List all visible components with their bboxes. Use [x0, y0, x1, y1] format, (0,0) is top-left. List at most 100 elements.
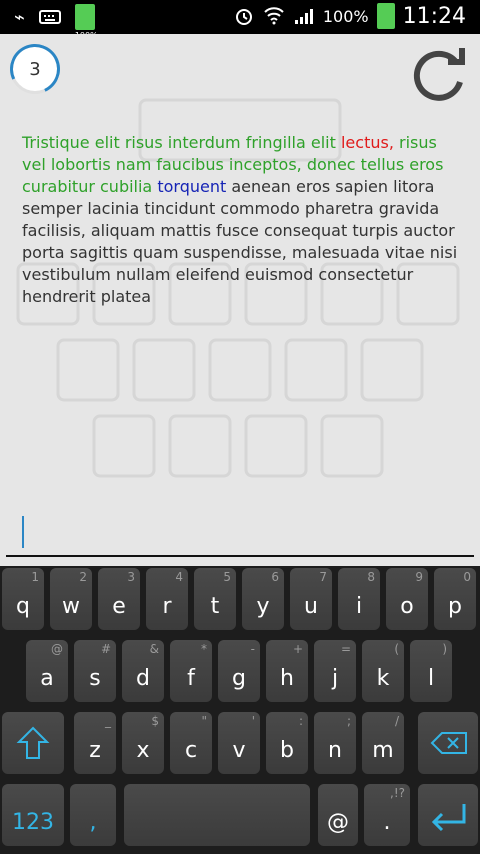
battery-icon [376, 3, 395, 29]
key-label: l [427, 666, 435, 691]
status-right: 100% 11:24 [233, 3, 466, 29]
numbers-key[interactable]: 123 [2, 784, 64, 846]
key-alt: = [340, 642, 351, 656]
key-alt: $ [151, 714, 159, 728]
backspace-icon [430, 732, 467, 754]
space-key[interactable] [124, 784, 310, 846]
key-alt: ) [442, 642, 447, 656]
key-label: s [89, 666, 101, 691]
signal-icon [294, 9, 313, 24]
enter-icon [431, 804, 466, 832]
key-label: v [232, 738, 246, 763]
key-m[interactable]: / m [362, 712, 404, 774]
key-label: n [328, 738, 342, 763]
typing-test-app: 3 Tristique elit risus interdum fringill… [0, 34, 480, 566]
key-alt: / [394, 714, 399, 728]
key-f[interactable]: * f [170, 640, 212, 702]
key-a[interactable]: @ a [26, 640, 68, 702]
comma-key[interactable]: , [70, 784, 116, 846]
key-x[interactable]: $ x [122, 712, 164, 774]
key-z[interactable]: _ z [74, 712, 116, 774]
enter-key[interactable] [418, 784, 478, 846]
refresh-icon [413, 48, 465, 101]
battery-icon-small: 100% [74, 4, 98, 40]
key-p[interactable]: 0p [434, 568, 476, 630]
key-j[interactable]: = j [314, 640, 356, 702]
usb-icon: ⌁ [14, 6, 25, 28]
reload-button[interactable] [406, 42, 472, 108]
key-y[interactable]: 6y [242, 568, 284, 630]
key-d[interactable]: & d [122, 640, 164, 702]
status-left: ⌁ 100% [14, 4, 98, 40]
key-q[interactable]: 1q [2, 568, 44, 630]
key-b[interactable]: :b [266, 712, 308, 774]
keyboard-row-2: @ a # s & d * f -g + h = j (k ) l [0, 640, 480, 708]
key-label: p [448, 594, 462, 619]
key-alt: : [298, 714, 303, 728]
key-n[interactable]: ; n [314, 712, 356, 774]
key-c[interactable]: " c [170, 712, 212, 774]
key-i[interactable]: 8i [338, 568, 380, 630]
key-r[interactable]: 4r [146, 568, 188, 630]
key-alt: - [250, 642, 255, 656]
key-alt: 1 [31, 570, 39, 584]
key-alt: # [100, 642, 111, 656]
current-word: torquent [157, 177, 227, 196]
key-o[interactable]: 9o [386, 568, 428, 630]
key-label: w [62, 594, 80, 619]
backspace-key[interactable] [418, 712, 478, 774]
key-w[interactable]: 2w [50, 568, 92, 630]
error-word: lectus, [340, 133, 394, 152]
key-alt: ; [346, 714, 351, 728]
key-alt: 9 [415, 570, 423, 584]
key-t[interactable]: 5t [194, 568, 236, 630]
period-alt: ,!? [390, 786, 405, 800]
key-label: z [89, 738, 101, 763]
key-s[interactable]: # s [74, 640, 116, 702]
alarm-icon [235, 9, 252, 25]
key-label: i [355, 594, 363, 619]
keyboard-row-1: 1q 2w 3e 4r 5t 6y 7u 8i 9o 0p [0, 568, 480, 636]
test-passage: Tristique elit risus interdum fringilla … [22, 132, 462, 308]
key-label: k [376, 666, 390, 691]
key-alt: + [292, 642, 303, 656]
shift-key[interactable] [2, 712, 64, 774]
key-g[interactable]: -g [218, 640, 260, 702]
key-label: f [187, 666, 195, 691]
key-label: c [184, 738, 198, 763]
key-v[interactable]: ' v [218, 712, 260, 774]
key-label: a [40, 666, 54, 691]
key-label: j [331, 666, 339, 691]
key-label: g [232, 666, 246, 691]
typed-text: Tristique elit risus interdum fringilla … [22, 133, 341, 152]
key-label: x [136, 738, 150, 763]
period-key[interactable]: ,!? . [364, 784, 410, 846]
status-bar: ⌁ 100% 100% 11:24 [0, 0, 480, 40]
key-label: y [256, 594, 270, 619]
keyboard-row-3: _ z $ x " c ' v :b ; n / m [0, 712, 480, 780]
key-alt: _ [105, 714, 111, 728]
text-cursor[interactable] [22, 516, 24, 548]
key-h[interactable]: + h [266, 640, 308, 702]
period-label: . [383, 810, 391, 835]
comma-label: , [89, 810, 97, 835]
key-alt: * [201, 642, 207, 656]
clock: 11:24 [402, 3, 466, 29]
key-e[interactable]: 3e [98, 568, 140, 630]
key-k[interactable]: (k [362, 640, 404, 702]
key-u[interactable]: 7u [290, 568, 332, 630]
key-alt: 7 [319, 570, 327, 584]
battery-percent: 100% [322, 6, 369, 26]
remaining-text: aenean eros sapien litora semper lacinia… [22, 177, 458, 306]
key-label: r [162, 594, 172, 619]
key-alt: 2 [79, 570, 87, 584]
key-label: t [210, 594, 220, 619]
at-key[interactable]: @ [318, 784, 358, 846]
key-label: m [372, 738, 394, 763]
word-counter: 3 [2, 36, 68, 102]
key-alt: 6 [271, 570, 279, 584]
key-label: q [16, 594, 30, 619]
key-l[interactable]: ) l [410, 640, 452, 702]
key-alt: ( [394, 642, 399, 656]
key-alt: @ [51, 642, 63, 656]
